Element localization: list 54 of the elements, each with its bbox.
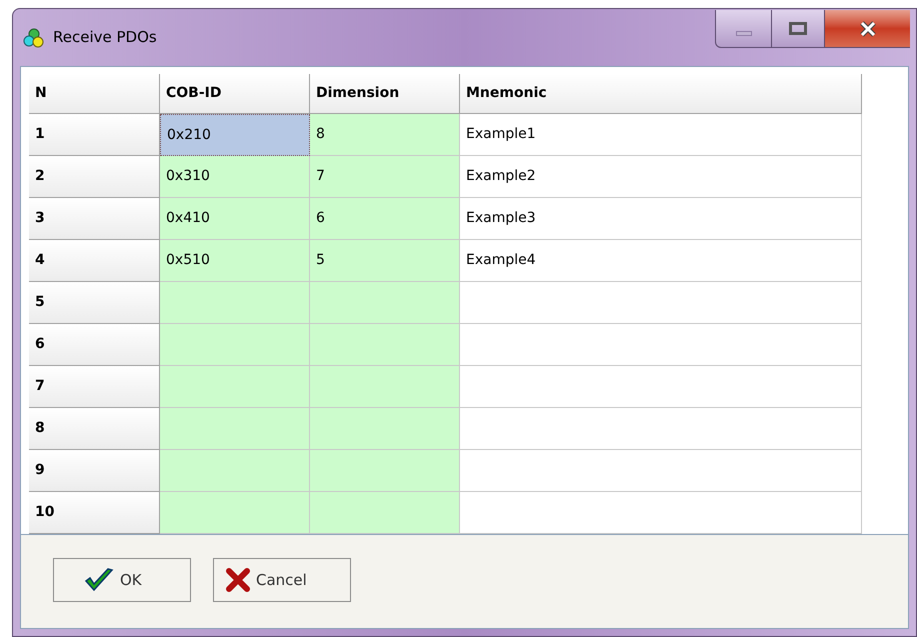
maximize-button[interactable] (772, 10, 825, 48)
table-cell[interactable] (160, 450, 310, 492)
close-icon (858, 20, 876, 36)
table-cell[interactable] (310, 408, 460, 450)
row-header[interactable]: 4 (29, 240, 160, 282)
column-header[interactable]: N (29, 74, 160, 114)
row-header[interactable]: 9 (29, 450, 160, 492)
row-header[interactable]: 7 (29, 366, 160, 408)
table-cell[interactable] (310, 282, 460, 324)
table-cell[interactable] (460, 366, 862, 408)
row-header[interactable]: 8 (29, 408, 160, 450)
row-header[interactable]: 3 (29, 198, 160, 240)
table-cell[interactable] (460, 282, 862, 324)
table-cell[interactable]: 7 (310, 156, 460, 198)
table-cell[interactable]: Example2 (460, 156, 862, 198)
row-header[interactable]: 6 (29, 324, 160, 366)
row-header[interactable]: 10 (29, 492, 160, 534)
table-cell[interactable]: 6 (310, 198, 460, 240)
table-cell[interactable] (310, 366, 460, 408)
ok-button[interactable]: OK (53, 558, 191, 602)
table-cell[interactable]: Example1 (460, 114, 862, 156)
minimize-button[interactable] (715, 10, 772, 48)
table-cell[interactable]: Example3 (460, 198, 862, 240)
table-cell[interactable]: 8 (310, 114, 460, 156)
table-cell[interactable] (310, 492, 460, 534)
table-cell[interactable] (460, 450, 862, 492)
app-icon (23, 28, 45, 48)
table-cell[interactable]: 0x410 (160, 198, 310, 240)
table-cell[interactable]: Example4 (460, 240, 862, 282)
row-header[interactable]: 5 (29, 282, 160, 324)
close-button[interactable] (825, 10, 910, 48)
table-cell[interactable] (160, 492, 310, 534)
table-cell[interactable] (460, 324, 862, 366)
table-cell[interactable]: 0x510 (160, 240, 310, 282)
cancel-button[interactable]: Cancel (213, 558, 351, 602)
table-cell[interactable]: 5 (310, 240, 460, 282)
row-header[interactable]: 1 (29, 114, 160, 156)
table-cell[interactable] (310, 450, 460, 492)
table-cell[interactable] (160, 366, 310, 408)
checkmark-icon (84, 568, 114, 592)
table-cell[interactable] (310, 324, 460, 366)
window-title: Receive PDOs (53, 27, 157, 48)
table-cell[interactable]: 0x310 (160, 156, 310, 198)
table-cell[interactable] (160, 282, 310, 324)
cross-icon (226, 568, 250, 592)
table-cell[interactable] (160, 324, 310, 366)
table-cell[interactable]: 0x210 (160, 114, 310, 156)
column-header[interactable]: Mnemonic (460, 74, 862, 114)
table-cell[interactable] (160, 408, 310, 450)
table-cell[interactable] (460, 408, 862, 450)
column-header[interactable]: COB-ID (160, 74, 310, 114)
row-header[interactable]: 2 (29, 156, 160, 198)
table-cell[interactable] (460, 492, 862, 534)
column-header[interactable]: Dimension (310, 74, 460, 114)
